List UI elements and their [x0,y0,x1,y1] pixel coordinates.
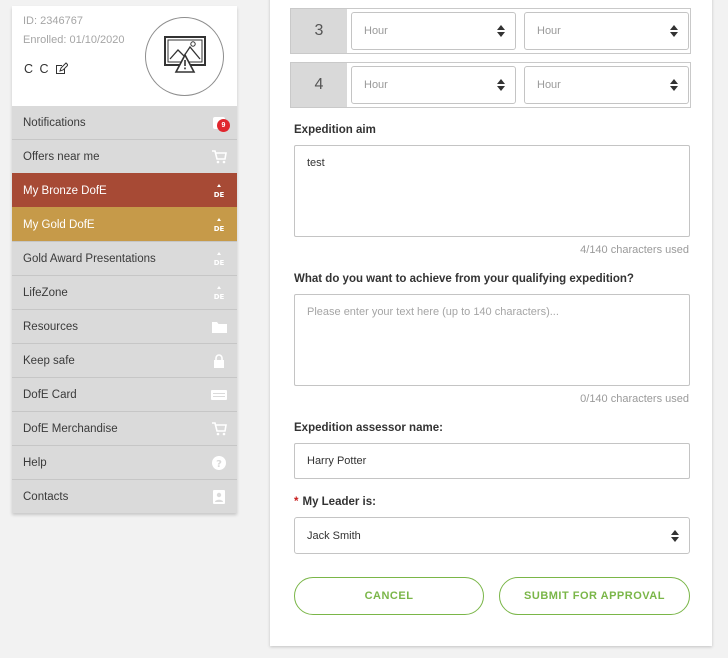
help-icon: ? [211,455,227,471]
achieve-label: What do you want to achieve from your qu… [294,273,634,285]
leader-label: * My Leader is: [294,496,376,508]
sidebar-item-label: Gold Award Presentations [23,252,156,265]
svg-text:DE: DE [214,191,225,199]
dofe-logo-icon: DE [211,217,227,233]
dofe-logo-icon: DE [211,251,227,267]
profile-panel: ID: 2346767 Enrolled: 01/10/2020 C C [12,6,237,106]
sidebar-item-offers[interactable]: Offers near me [12,139,237,173]
time-row-number: 3 [291,9,347,53]
assessor-name-input[interactable]: Harry Potter [294,443,690,479]
sidebar-item-label: Keep safe [23,354,75,367]
cart-icon [211,149,227,165]
profile-name: C C [24,62,69,76]
end-hour-select[interactable]: Hour [524,66,689,104]
sidebar-item-label: My Gold DofE [23,218,95,231]
select-arrows-icon [497,25,505,37]
expedition-aim-counter: 4/140 characters used [580,244,689,256]
select-value: Hour [537,25,561,37]
sidebar-item-label: My Bronze DofE [23,184,107,197]
contact-icon [211,489,227,505]
profile-name-text: C C [24,62,51,76]
sidebar-item-dofe-card[interactable]: DofE Card [12,377,237,411]
sidebar-item-contacts[interactable]: Contacts [12,479,237,513]
start-hour-select[interactable]: Hour [351,66,516,104]
select-value: Jack Smith [307,529,361,542]
svg-text:DE: DE [214,225,225,233]
svg-text:DE: DE [214,293,225,301]
svg-text:?: ? [216,459,222,470]
assessor-name-label: Expedition assessor name: [294,422,443,434]
sidebar-item-label: DofE Merchandise [23,422,118,435]
image-missing-icon [162,34,208,79]
notification-badge: 9 [217,119,230,132]
svg-text:DE: DE [214,259,225,267]
sidebar-item-help[interactable]: Help ? [12,445,237,479]
sidebar-item-label: Help [23,456,47,469]
achieve-counter: 0/140 characters used [580,393,689,405]
start-hour-select[interactable]: Hour [351,12,516,50]
sidebar-item-label: DofE Card [23,388,77,401]
avatar[interactable] [145,17,224,96]
sidebar-item-label: Notifications [23,116,86,129]
leader-select[interactable]: Jack Smith [294,517,690,554]
achieve-textarea[interactable]: Please enter your text here (up to 140 c… [294,294,690,386]
folder-icon [211,319,227,335]
select-value: Hour [537,79,561,91]
expedition-aim-label: Expedition aim [294,124,376,136]
sidebar-item-resources[interactable]: Resources [12,309,237,343]
expedition-form-card: 3 Hour Hour 4 Hour Hour Expedition aim t… [270,0,712,646]
sidebar-item-dofe-merchandise[interactable]: DofE Merchandise [12,411,237,445]
select-value: Hour [364,79,388,91]
participant-id: ID: 2346767 [23,15,83,27]
cancel-button[interactable]: CANCEL [294,577,484,615]
submit-for-approval-button[interactable]: SUBMIT FOR APPROVAL [499,577,690,615]
dofe-logo-icon: DE [211,183,227,199]
end-hour-select[interactable]: Hour [524,12,689,50]
sidebar-item-label: Offers near me [23,150,100,163]
sidebar-item-notifications[interactable]: Notifications 9 [12,106,237,139]
leader-label-text: My Leader is: [302,496,376,508]
select-arrows-icon [670,79,678,91]
select-arrows-icon [671,529,679,542]
edit-icon[interactable] [54,62,69,76]
sidebar-item-lifezone[interactable]: LifeZone DE [12,275,237,309]
lock-icon [211,353,227,369]
time-row: 3 Hour Hour [290,8,691,54]
sidebar-item-keep-safe[interactable]: Keep safe [12,343,237,377]
select-value: Hour [364,25,388,37]
select-arrows-icon [497,79,505,91]
sidebar: ID: 2346767 Enrolled: 01/10/2020 C C Not… [12,6,237,513]
time-row: 4 Hour Hour [290,62,691,108]
dofe-logo-icon: DE [211,285,227,301]
time-row-number: 4 [291,63,347,107]
sidebar-item-label: Contacts [23,490,69,503]
sidebar-item-label: LifeZone [23,286,68,299]
card-icon [211,387,227,403]
select-arrows-icon [670,25,678,37]
sidebar-item-label: Resources [23,320,78,333]
sidebar-item-my-bronze-dofe[interactable]: My Bronze DofE DE [12,173,237,207]
required-mark: * [294,496,299,508]
expedition-aim-textarea[interactable]: test [294,145,690,237]
sidebar-item-my-gold-dofe[interactable]: My Gold DofE DE [12,207,237,241]
sidebar-item-gold-award-presentations[interactable]: Gold Award Presentations DE [12,241,237,275]
cart-icon [211,421,227,437]
enrolled-date: Enrolled: 01/10/2020 [23,34,125,46]
